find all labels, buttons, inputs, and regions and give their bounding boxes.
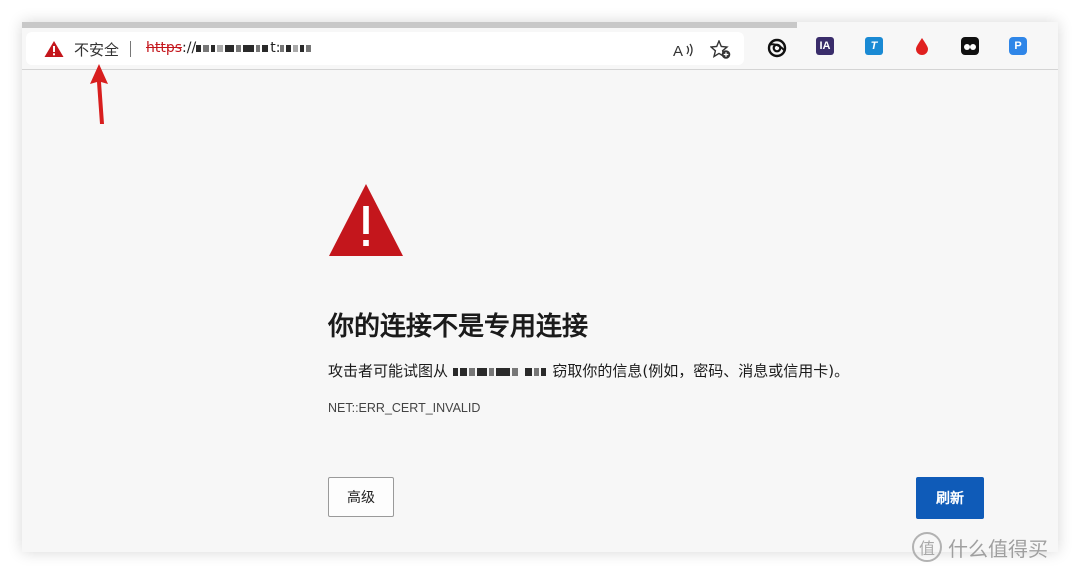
advanced-button[interactable]: 高级 <box>328 477 394 517</box>
url-separator: :// <box>182 40 197 56</box>
error-code: NET::ERR_CERT_INVALID <box>328 401 481 415</box>
error-description: 攻击者可能试图从 窃取你的信息(例如，密码、消息或信用卡)。 <box>328 360 849 381</box>
copilot-icon[interactable] <box>764 36 790 60</box>
not-secure-warning-icon[interactable] <box>44 40 64 58</box>
drop-extension-icon[interactable] <box>913 37 931 55</box>
tampermonkey-icon[interactable] <box>961 37 979 55</box>
add-favorite-icon[interactable] <box>708 38 734 62</box>
watermark-text: 什么值得买 <box>948 536 1048 561</box>
browser-toolbar: 不安全 https:// t: A IA T P <box>22 28 1058 70</box>
not-secure-label[interactable]: 不安全 <box>74 39 119 60</box>
refresh-button[interactable]: 刷新 <box>916 477 984 519</box>
address-bar[interactable]: 不安全 https:// t: A <box>26 32 744 65</box>
browser-window: 不安全 https:// t: A IA T P 你的连接不是专用连接 攻击者可能… <box>22 22 1058 552</box>
watermark-logo-icon: 值 <box>912 532 942 562</box>
site-watermark: 值 什么值得买 <box>912 532 1048 562</box>
description-end: 窃取你的信息(例如，密码、消息或信用卡)。 <box>552 362 850 380</box>
url-scheme: https <box>146 40 183 56</box>
divider <box>130 41 131 57</box>
page-title: 你的连接不是专用连接 <box>328 312 589 342</box>
p-extension-icon[interactable]: P <box>1009 37 1027 55</box>
description-start: 攻击者可能试图从 <box>328 362 449 380</box>
url-text[interactable]: https:// t: <box>146 40 313 56</box>
t-extension-icon[interactable]: T <box>865 37 883 55</box>
url-host-suffix: t: <box>270 40 281 56</box>
svg-text:A: A <box>673 43 683 59</box>
ia-extension-icon[interactable]: IA <box>816 37 834 55</box>
read-aloud-icon[interactable]: A <box>670 38 696 62</box>
warning-icon <box>329 184 403 256</box>
red-arrow-annotation <box>90 64 108 124</box>
